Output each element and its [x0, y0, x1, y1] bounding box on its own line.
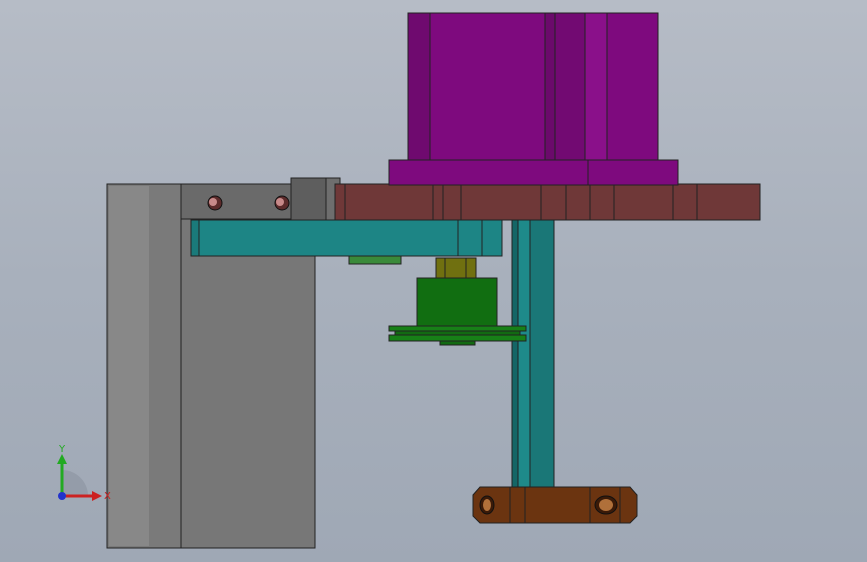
x-arrow-head — [92, 491, 102, 501]
coupling[interactable] — [435, 257, 477, 279]
vertical-rod[interactable] — [511, 219, 555, 491]
triad-plane — [62, 470, 88, 496]
gear-body[interactable] — [416, 277, 498, 327]
motor-housing[interactable] — [388, 12, 679, 186]
mounting-plate[interactable] — [334, 183, 761, 221]
cad-model-view[interactable] — [0, 0, 867, 562]
gear-flange[interactable] — [388, 325, 527, 346]
y-arrow-head — [57, 454, 67, 464]
bottom-clamp[interactable] — [472, 486, 638, 524]
y-axis-label: Y — [58, 444, 66, 455]
z-axis-dot — [58, 492, 66, 500]
side-bracket[interactable] — [290, 177, 341, 221]
reference-triad: Y X — [57, 444, 111, 502]
graphics-viewport[interactable]: Y X — [0, 0, 867, 562]
x-axis-label: X — [104, 491, 111, 502]
